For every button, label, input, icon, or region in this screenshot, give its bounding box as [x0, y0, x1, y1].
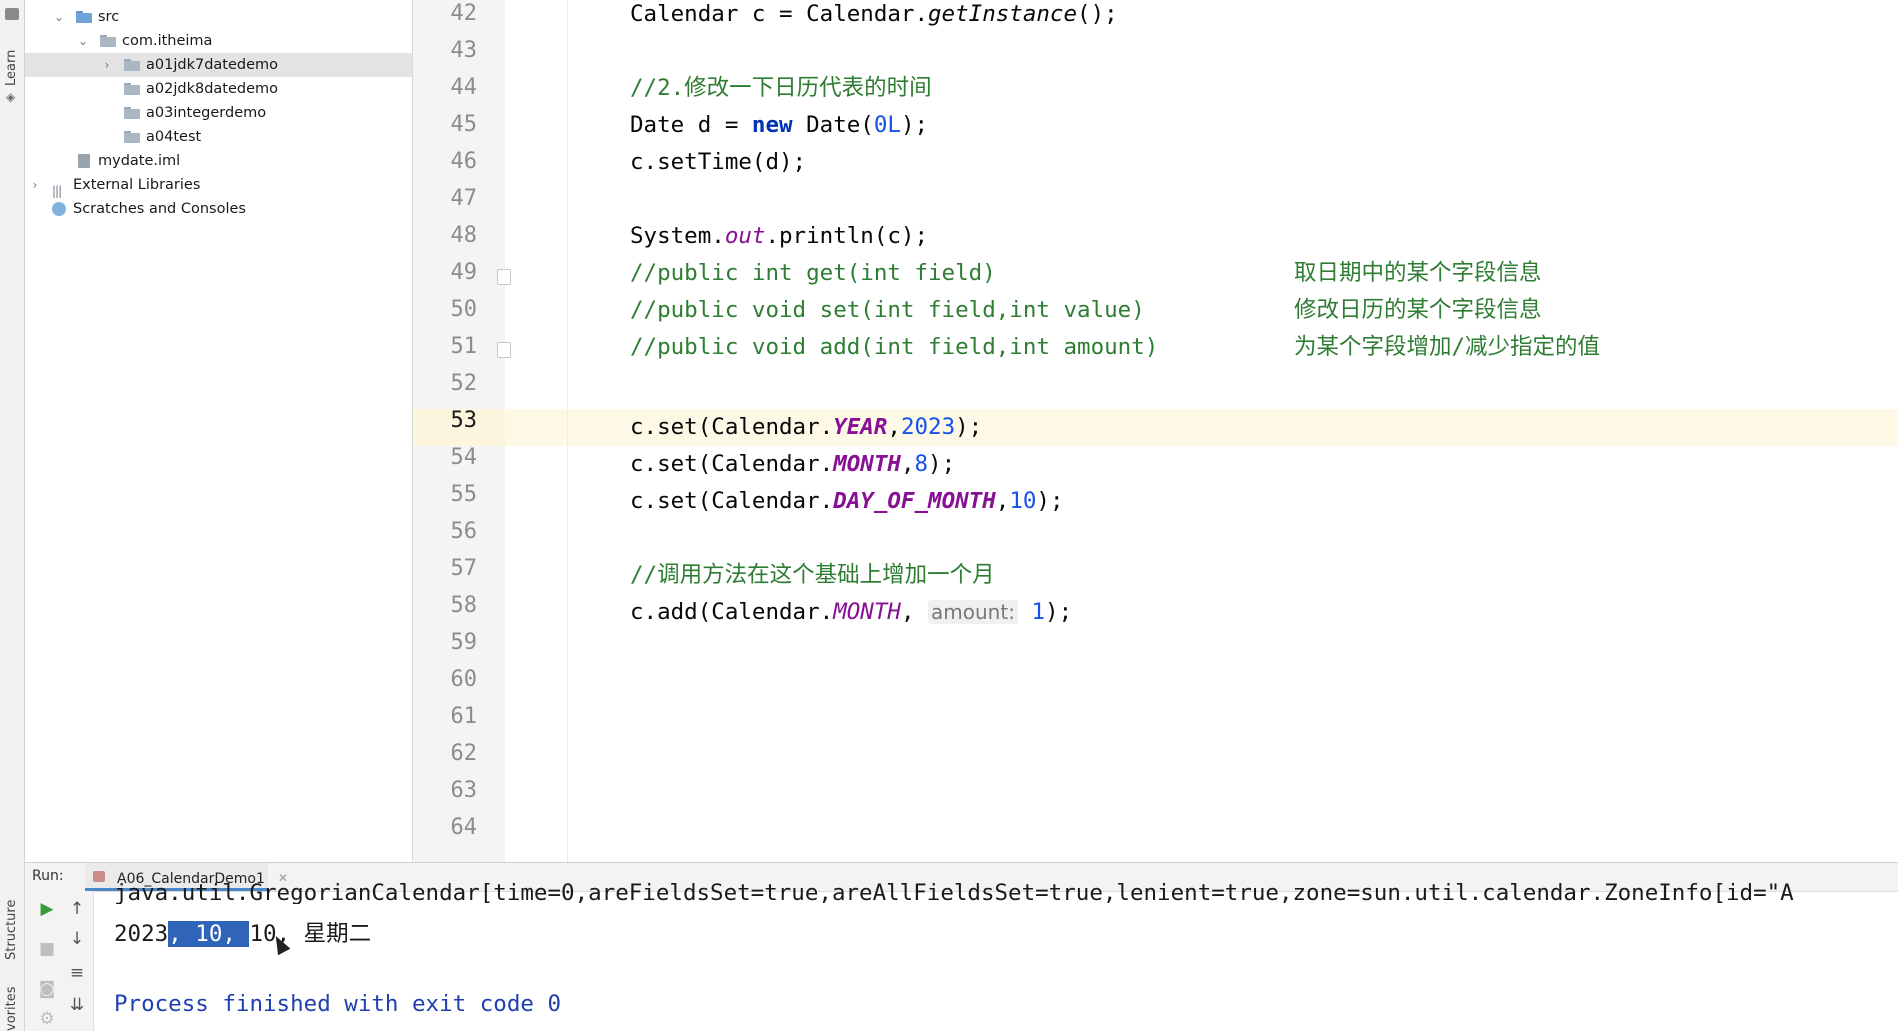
line-number: 48 — [450, 223, 478, 248]
run-config-icon — [93, 871, 105, 882]
line-number: 47 — [450, 186, 478, 211]
tree-item-folder-1[interactable]: a02jdk8datedemo — [25, 77, 412, 101]
scratches-icon — [52, 202, 66, 216]
tree-item-folder-3[interactable]: a04test — [25, 125, 412, 149]
tree-item-label: External Libraries — [73, 177, 201, 193]
line-number: 63 — [450, 778, 478, 803]
tree-item-label: mydate.iml — [98, 153, 181, 169]
console-output-line-2[interactable]: 2023, 10, 10, 星期二 — [114, 916, 371, 948]
line-number: 60 — [450, 667, 478, 692]
structure-tab[interactable]: Structure — [4, 900, 19, 960]
line-number: 43 — [450, 38, 478, 63]
parameter-hint: amount: — [928, 600, 1018, 624]
line-number: 50 — [450, 297, 478, 322]
line-number: 57 — [450, 556, 478, 581]
tree-item-external-libraries[interactable]: › ||| External Libraries — [25, 173, 412, 198]
tree-item-folder-2[interactable]: a03integerdemo — [25, 101, 412, 125]
soft-wrap-icon[interactable]: ≡ — [65, 961, 89, 985]
tree-item-label: a03integerdemo — [146, 105, 267, 121]
left-tool-strip: Learn ◈ Structure vorites — [0, 0, 25, 1031]
chevron-down-icon[interactable]: ⌄ — [52, 5, 66, 29]
learn-icon: ◈ — [6, 90, 16, 104]
package-icon — [124, 131, 140, 143]
run-label: Run: — [32, 868, 64, 884]
line-number: 58 — [450, 593, 478, 618]
fold-marker-icon[interactable] — [497, 269, 511, 285]
fold-marker-icon[interactable] — [497, 342, 511, 358]
tree-item-label: a01jdk7datedemo — [146, 57, 279, 73]
tree-item-iml[interactable]: mydate.iml — [25, 149, 412, 173]
line-number: 42 — [450, 1, 478, 26]
code-line-51[interactable]: //public void add(int field,int amount) — [630, 329, 1158, 366]
package-icon — [124, 107, 140, 119]
line-number: 49 — [450, 260, 478, 285]
code-line-42[interactable]: Calendar c = Calendar.getInstance(); — [630, 0, 1118, 33]
code-line-49[interactable]: //public int get(int field) — [630, 255, 996, 292]
tree-item-label: a04test — [146, 129, 202, 145]
code-line-48[interactable]: System.out.println(c); — [630, 218, 928, 255]
tree-item-scratches[interactable]: Scratches and Consoles — [25, 197, 412, 221]
stop-icon[interactable]: ■ — [35, 937, 59, 961]
line-number: 51 — [450, 334, 478, 359]
chevron-right-icon[interactable]: › — [28, 173, 42, 197]
console-output-line-1: java.util.GregorianCalendar[time=0,areFi… — [114, 880, 1794, 904]
tree-item-label: src — [98, 9, 120, 25]
learn-tab[interactable]: Learn — [4, 50, 19, 86]
screenshot-icon[interactable]: ◙ — [35, 977, 59, 1001]
line-number: 62 — [450, 741, 478, 766]
scroll-up-icon[interactable]: ↑ — [65, 897, 89, 921]
tree-item-label: com.itheima — [122, 33, 213, 49]
comment-desc-49: 取日期中的某个字段信息 — [1294, 260, 1542, 286]
tree-item-package[interactable]: ⌄ com.itheima — [25, 29, 412, 53]
project-tool-icon[interactable] — [5, 8, 19, 20]
favorites-tab[interactable]: vorites — [4, 987, 19, 1031]
scroll-to-end-icon[interactable]: ⇊ — [65, 993, 89, 1017]
code-line-53[interactable]: c.set(Calendar.YEAR,2023); — [630, 409, 982, 446]
line-number: 64 — [450, 815, 478, 840]
package-icon — [124, 83, 140, 95]
project-tree-panel: ⌄ src ⌄ com.itheima › a01jdk7datedemo a0… — [25, 0, 413, 862]
tree-item-folder-0[interactable]: › a01jdk7datedemo — [25, 53, 412, 77]
selected-text[interactable]: , 10, — [168, 921, 250, 947]
tree-item-label: Scratches and Consoles — [73, 201, 246, 217]
line-number: 59 — [450, 630, 478, 655]
line-number: 44 — [450, 75, 478, 100]
indent-guide — [567, 0, 568, 862]
rerun-icon[interactable]: ▶ — [35, 897, 59, 921]
package-icon — [100, 35, 116, 47]
code-line-45[interactable]: Date d = new Date(0L); — [630, 107, 928, 144]
chevron-right-icon[interactable]: › — [100, 53, 114, 77]
code-line-55[interactable]: c.set(Calendar.DAY_OF_MONTH,10); — [630, 483, 1064, 520]
line-number: 52 — [450, 371, 478, 396]
code-line-44[interactable]: //2.修改一下日历代表的时间 — [630, 70, 932, 107]
settings-icon[interactable]: ⚙ — [35, 1007, 59, 1031]
code-line-58[interactable]: c.add(Calendar.MONTH, amount: 1); — [630, 594, 1072, 631]
comment-desc-51: 为某个字段增加/减少指定的值 — [1294, 334, 1601, 360]
line-number: 45 — [450, 112, 478, 137]
line-number: 55 — [450, 482, 478, 507]
line-number: 56 — [450, 519, 478, 544]
line-number: 61 — [450, 704, 478, 729]
code-line-57[interactable]: //调用方法在这个基础上增加一个月 — [630, 557, 995, 594]
package-icon — [124, 59, 140, 71]
scroll-down-icon[interactable]: ↓ — [65, 927, 89, 951]
line-number: 53 — [450, 408, 478, 433]
process-finished-message: Process finished with exit code 0 — [114, 991, 562, 1017]
tree-item-label: a02jdk8datedemo — [146, 81, 279, 97]
line-number: 54 — [450, 445, 478, 470]
code-line-50[interactable]: //public void set(int field,int value) — [630, 292, 1145, 329]
chevron-down-icon[interactable]: ⌄ — [76, 29, 90, 53]
comment-desc-50: 修改日历的某个字段信息 — [1294, 297, 1542, 323]
source-folder-icon — [76, 11, 92, 23]
run-toolbar: ▶ ■ ◙ ⚙ ↑ ↓ ≡ ⇊ — [25, 891, 94, 1031]
tree-item-src[interactable]: ⌄ src — [25, 5, 412, 29]
code-line-54[interactable]: c.set(Calendar.MONTH,8); — [630, 446, 955, 483]
code-line-46[interactable]: c.setTime(d); — [630, 144, 806, 181]
line-number: 46 — [450, 149, 478, 174]
module-file-icon — [78, 154, 90, 168]
